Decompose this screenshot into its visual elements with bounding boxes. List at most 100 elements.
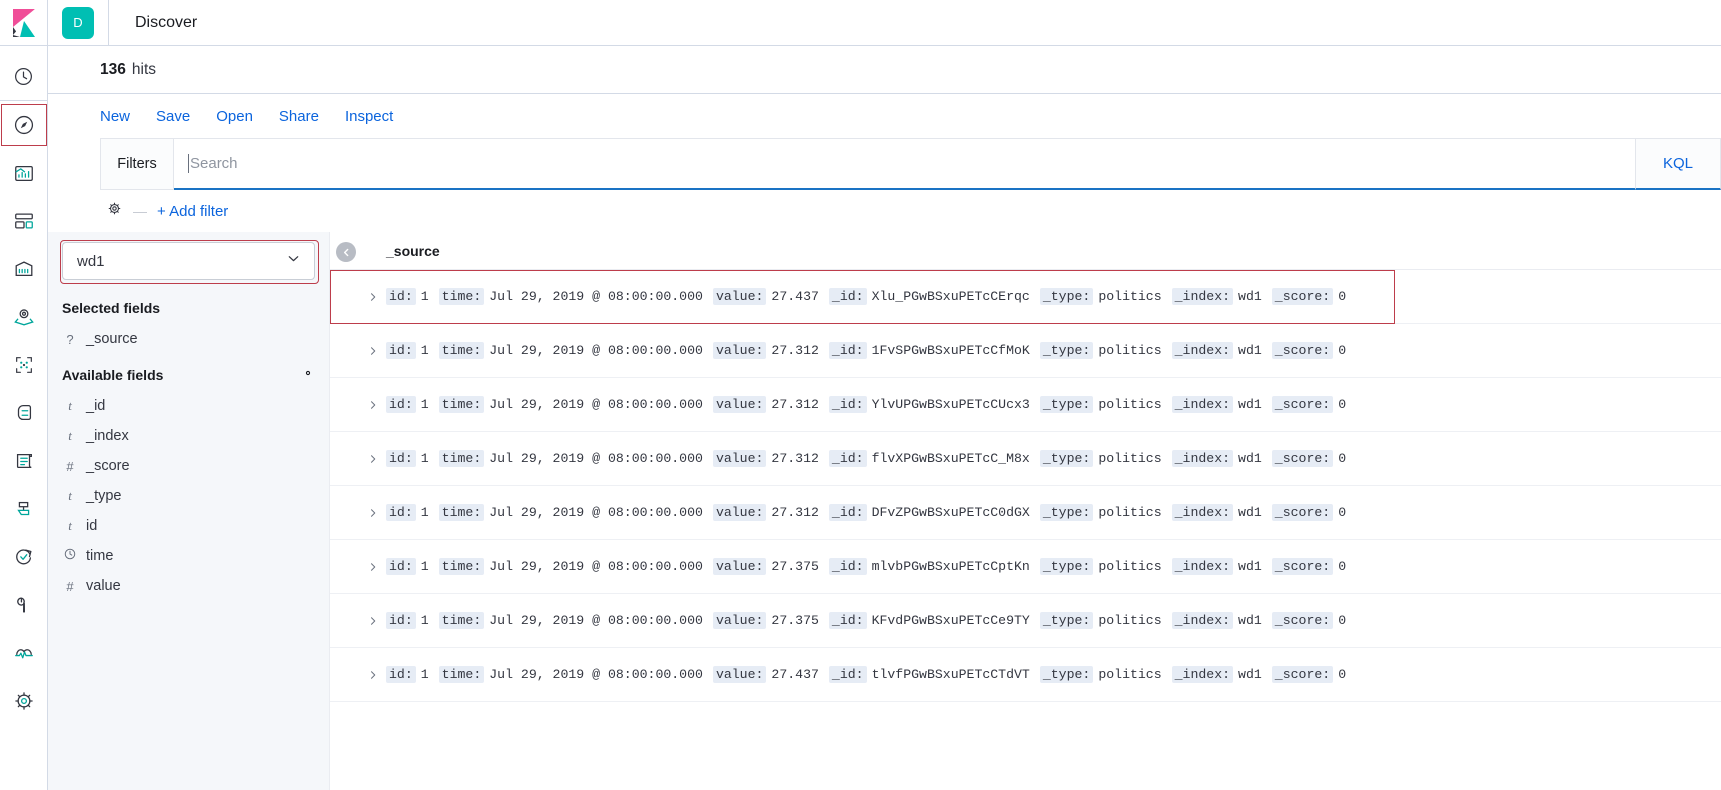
expand-row-chevron-icon[interactable] [360,669,386,681]
sidebar-item-maps[interactable] [0,293,48,341]
expand-row-chevron-icon[interactable] [360,561,386,573]
field-value: 0 [1338,343,1347,358]
sidebar-item-recently-viewed[interactable] [0,52,48,100]
sidebar-item-visualize[interactable] [0,149,48,197]
field-key: _type: [1039,612,1094,629]
sidebar-item-apm[interactable] [0,485,48,533]
field-key: _type: [1039,450,1094,467]
field-key: value: [712,288,767,305]
expand-row-chevron-icon[interactable] [360,291,386,303]
index-pattern-select[interactable]: wd1 [60,240,319,284]
menu-item-save[interactable]: Save [156,108,190,125]
field-settings-gear-icon[interactable] [301,366,315,383]
field-item-_id[interactable]: t _id [48,391,329,421]
field-value: Jul 29, 2019 @ 08:00:00.000 [489,343,703,358]
field-label: _index [86,428,129,444]
menu-item-open[interactable]: Open [216,108,253,125]
search-input[interactable]: Search [174,138,1635,190]
table-row[interactable]: id: 1 time: Jul 29, 2019 @ 08:00:00.000 valu… [330,540,1721,594]
field-value: Jul 29, 2019 @ 08:00:00.000 [489,451,703,466]
field-key: time: [438,558,485,575]
collapse-sidebar-button[interactable] [336,242,356,262]
field-value: 1 [420,667,429,682]
table-row[interactable]: id: 1 time: Jul 29, 2019 @ 08:00:00.000 valu… [330,486,1721,540]
table-rows-container: id: 1 time: Jul 29, 2019 @ 08:00:00.000 valu… [330,270,1721,702]
menu-item-inspect[interactable]: Inspect [345,108,393,125]
field-item-_score[interactable]: # _score [48,451,329,481]
table-row[interactable]: id: 1 time: Jul 29, 2019 @ 08:00:00.000 valu… [330,432,1721,486]
field-item-value[interactable]: # value [48,571,329,601]
sidebar-item-uptime[interactable] [0,533,48,581]
field-key: value: [712,666,767,683]
table-row[interactable]: id: 1 time: Jul 29, 2019 @ 08:00:00.000 valu… [330,648,1721,702]
sidebar-item-discover[interactable] [0,101,48,149]
sidebar-item-infrastructure[interactable] [0,389,48,437]
field-key: time: [438,504,485,521]
sidebar-item-canvas[interactable] [0,245,48,293]
query-bar: Filters Search KQL [48,138,1721,190]
field-key: value: [712,450,767,467]
field-value: Xlu_PGwBSxuPETcCErqc [871,289,1030,304]
field-key: value: [712,396,767,413]
apm-icon [13,498,35,520]
field-key: _score: [1271,612,1334,629]
field-key: _score: [1271,666,1334,683]
field-key: _score: [1271,504,1334,521]
table-row[interactable]: id: 1 time: Jul 29, 2019 @ 08:00:00.000 valu… [330,378,1721,432]
sidebar-item-dashboard[interactable] [0,197,48,245]
sidebar-item-dev-tools[interactable] [0,581,48,629]
hits-bar: 136 hits [48,46,1721,94]
field-value: 0 [1338,505,1347,520]
sidebar-item-machine-learning[interactable] [0,341,48,389]
field-key: _id: [828,666,867,683]
field-value: 1 [420,289,429,304]
field-key: _id: [828,504,867,521]
field-value: politics [1098,667,1162,682]
field-item-id[interactable]: t id [48,511,329,541]
field-item-source[interactable]: ? _source [48,324,329,354]
field-value: wd1 [1238,667,1262,682]
source-cell: id: 1 time: Jul 29, 2019 @ 08:00:00.000 valu… [386,612,1356,629]
table-column-header[interactable]: _source [330,232,1721,270]
menu-item-share[interactable]: Share [279,108,319,125]
field-item-_type[interactable]: t _type [48,481,329,511]
dashboard-icon [13,210,35,232]
table-row[interactable]: id: 1 time: Jul 29, 2019 @ 08:00:00.000 valu… [330,270,1721,324]
sidebar-item-logs[interactable] [0,437,48,485]
expand-row-chevron-icon[interactable] [360,399,386,411]
sidebar-item-management[interactable] [0,677,48,725]
field-value: 27.312 [771,451,819,466]
expand-row-chevron-icon[interactable] [360,615,386,627]
field-key: time: [438,612,485,629]
field-key: _index: [1171,612,1234,629]
field-value: Jul 29, 2019 @ 08:00:00.000 [489,559,703,574]
field-value: Jul 29, 2019 @ 08:00:00.000 [489,289,703,304]
field-item-_index[interactable]: t _index [48,421,329,451]
add-filter-row: — + Add filter [48,190,1721,232]
field-item-time[interactable]: time [48,541,329,571]
query-language-button[interactable]: KQL [1635,138,1721,190]
filter-options-gear-icon[interactable] [106,200,123,222]
available-fields-heading: Available fields [48,354,329,391]
add-filter-button[interactable]: + Add filter [157,203,228,220]
expand-row-chevron-icon[interactable] [360,345,386,357]
field-key: _index: [1171,666,1234,683]
source-cell: id: 1 time: Jul 29, 2019 @ 08:00:00.000 valu… [386,288,1356,305]
clock-icon [64,548,76,564]
table-row[interactable]: id: 1 time: Jul 29, 2019 @ 08:00:00.000 valu… [330,594,1721,648]
field-key: _score: [1271,342,1334,359]
expand-row-chevron-icon[interactable] [360,507,386,519]
filters-tab[interactable]: Filters [100,138,174,190]
expand-row-chevron-icon[interactable] [360,453,386,465]
sidebar-item-monitoring[interactable] [0,629,48,677]
field-value: 0 [1338,667,1347,682]
menu-item-new[interactable]: New [100,108,130,125]
kibana-logo[interactable] [0,0,48,46]
field-value: 1 [420,343,429,358]
field-key: _score: [1271,450,1334,467]
field-key: _score: [1271,288,1334,305]
field-key: time: [438,342,485,359]
field-type-icon: t [68,428,72,443]
field-key: _index: [1171,342,1234,359]
table-row[interactable]: id: 1 time: Jul 29, 2019 @ 08:00:00.000 valu… [330,324,1721,378]
